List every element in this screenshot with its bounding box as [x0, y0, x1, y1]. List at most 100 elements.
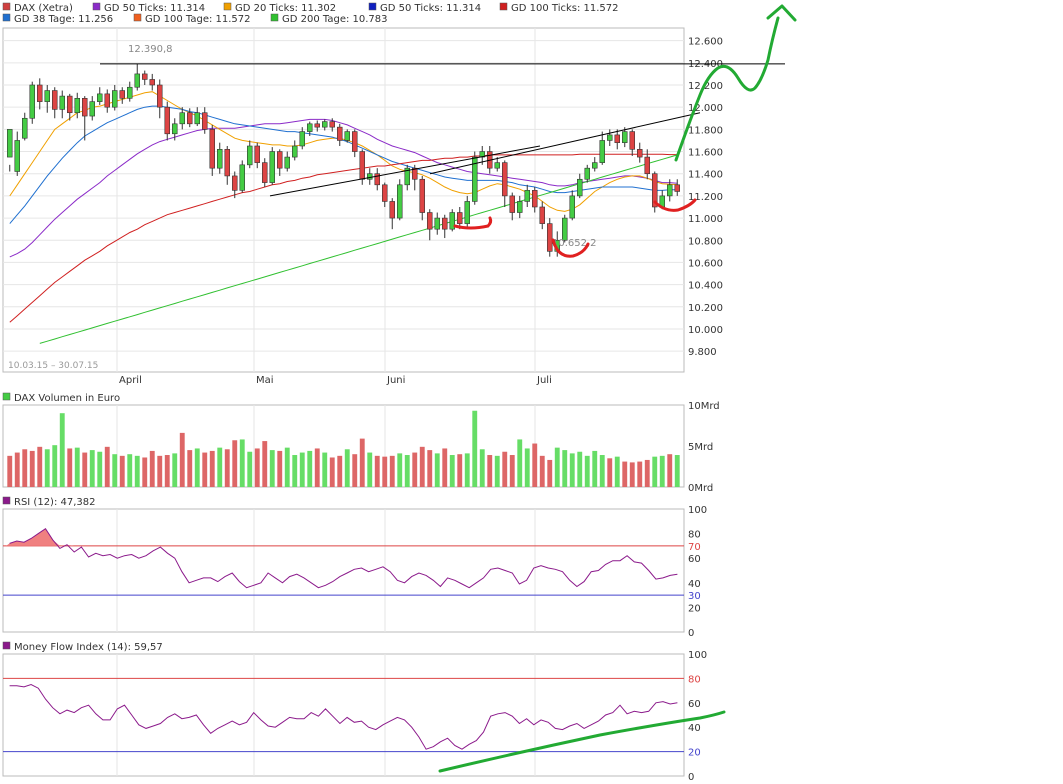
- volume-bar: [584, 455, 590, 487]
- volume-bar: [112, 454, 118, 487]
- candle-body: [367, 173, 373, 180]
- volume-bar: [524, 448, 530, 487]
- volume-legend: DAX Volumen in Euro: [14, 393, 120, 404]
- candle: [449, 209, 455, 232]
- candle-body: [179, 112, 185, 125]
- volume-bar: [652, 456, 658, 487]
- volume-bar: [292, 455, 298, 487]
- mfi-panel-frame: [2, 653, 685, 777]
- volume-bar: [97, 451, 103, 487]
- price-tick-label: 12.600: [688, 37, 723, 48]
- candle-body: [164, 106, 170, 135]
- volume-bar: [614, 456, 620, 487]
- x-tick-label: Mai: [256, 375, 274, 386]
- price-tick-label: 11.800: [688, 125, 723, 136]
- candle-body: [149, 79, 155, 86]
- volume-bar: [254, 448, 260, 487]
- volume-bar: [209, 450, 215, 487]
- legend-swatch: [223, 2, 232, 11]
- candle-body: [52, 90, 58, 110]
- volume-bar: [464, 453, 470, 487]
- candle-body: [82, 98, 88, 117]
- candle-body: [262, 162, 268, 183]
- candle-body: [67, 95, 73, 114]
- candle-body: [457, 212, 463, 224]
- volume-bar: [37, 446, 43, 487]
- rsi-panel-frame: [2, 508, 685, 633]
- volume-bar: [232, 440, 238, 487]
- candle-body: [382, 184, 388, 202]
- candle-body: [59, 95, 65, 110]
- candle-body: [254, 145, 260, 163]
- volume-bar: [14, 452, 20, 487]
- candle-body: [119, 90, 125, 99]
- volume-bar: [554, 447, 560, 487]
- candle-body: [532, 190, 538, 208]
- mfi-tick-label: 60: [688, 699, 701, 710]
- volume-bar: [404, 455, 410, 487]
- price-panel-frame: [2, 27, 685, 373]
- volume-bar: [142, 457, 148, 487]
- volume-bar: [284, 447, 290, 487]
- candle-body: [607, 134, 613, 141]
- volume-bar: [457, 454, 463, 487]
- mfi-tick-label: 80: [688, 674, 701, 685]
- candle-body: [104, 93, 110, 108]
- candle-body: [464, 201, 470, 224]
- legend-swatch: [2, 392, 11, 401]
- legend-swatch: [499, 2, 508, 11]
- stock-chart: DAX (Xetra) GD 50 Ticks: 11.314 GD 20 Tick…: [2, 2, 797, 783]
- volume-bar: [59, 413, 65, 487]
- candle-body: [142, 73, 148, 80]
- candle-body: [329, 121, 335, 128]
- candle-body: [427, 212, 433, 230]
- candle-body: [187, 112, 193, 125]
- volume-bar: [194, 448, 200, 487]
- legend-label: GD 100 Tage: 11.572: [145, 14, 251, 25]
- volume-bar: [449, 455, 455, 487]
- volume-bar: [509, 455, 515, 487]
- mfi-tick-label: 0: [688, 772, 694, 783]
- volume-bar: [637, 461, 643, 487]
- candle-body: [629, 131, 635, 150]
- x-tick-label: Juli: [536, 375, 552, 386]
- volume-bar: [359, 438, 365, 487]
- volume-bar: [472, 410, 478, 487]
- volume-bar: [397, 453, 403, 487]
- volume-bar: [239, 439, 245, 487]
- candle-body: [209, 129, 215, 169]
- legend-label: GD 50 Ticks: 11.314: [104, 3, 205, 14]
- volume-bar: [224, 449, 230, 487]
- candle-body: [397, 184, 403, 219]
- volume-bar: [479, 449, 485, 487]
- candle-body: [284, 156, 290, 169]
- candle-body: [539, 206, 545, 224]
- volume-bar: [157, 455, 163, 487]
- volume-bar: [74, 447, 80, 487]
- candle-body: [524, 190, 530, 202]
- rsi-tick-label: 70: [688, 542, 701, 553]
- volume-bar: [382, 456, 388, 487]
- rsi-tick-label: 0: [688, 628, 694, 639]
- candle-body: [569, 195, 575, 219]
- candle-body: [74, 98, 80, 114]
- candle-body: [352, 131, 358, 152]
- volume-bar: [179, 432, 185, 487]
- rsi-legend: RSI (12): 47,382: [14, 497, 96, 508]
- volume-bar: [7, 455, 13, 487]
- legend-swatch: [2, 641, 11, 650]
- candle: [397, 179, 403, 221]
- mfi-tick-label: 40: [688, 723, 701, 734]
- candle-body: [584, 167, 590, 180]
- volume-bar: [674, 455, 680, 487]
- rsi-tick-label: 60: [688, 554, 701, 565]
- candle-body: [14, 140, 20, 172]
- rsi-tick-label: 40: [688, 579, 701, 590]
- candle-body: [277, 151, 283, 169]
- volume-bar: [427, 450, 433, 487]
- legend-swatch: [2, 496, 11, 505]
- price-tick-label: 10.200: [688, 303, 723, 314]
- candle-body: [667, 184, 673, 197]
- volume-tick-label: 0Mrd: [688, 483, 713, 494]
- candle-body: [389, 201, 395, 219]
